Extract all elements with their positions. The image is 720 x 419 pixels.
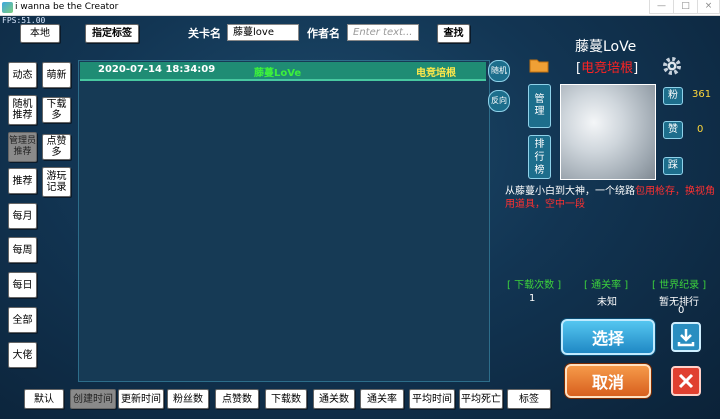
- ranking-button[interactable]: 排 行 榜: [528, 135, 551, 179]
- window-close-button[interactable]: ×: [697, 0, 720, 14]
- random-toggle[interactable]: 随机: [488, 60, 510, 82]
- world-record-label: [ 世界纪录 ]: [652, 280, 707, 291]
- profile-title: [电竞培根]: [576, 57, 638, 76]
- clear-rate-value: 未知: [597, 297, 617, 308]
- minimize-button[interactable]: —: [649, 0, 674, 14]
- sort-downloads[interactable]: 下载数: [265, 389, 307, 409]
- title-bracket-close: ]: [633, 61, 639, 76]
- menu-most-likes[interactable]: 点赞多: [42, 134, 71, 160]
- sort-created-time[interactable]: 创建时间: [70, 389, 116, 409]
- fans-button[interactable]: 粉: [663, 87, 683, 105]
- profile-name: 藤蔓LoVe: [575, 39, 637, 55]
- folder-icon[interactable]: [529, 57, 549, 73]
- author-input[interactable]: Enter text...: [347, 24, 419, 41]
- gear-icon[interactable]: [662, 56, 682, 76]
- level-list: [78, 60, 490, 382]
- sort-average-deaths[interactable]: 平均死亡: [459, 389, 503, 409]
- sort-default[interactable]: 默认: [24, 389, 64, 409]
- bio-text: 从藤蔓小白到大神，一个绕路: [505, 186, 635, 197]
- sort-updated-time[interactable]: 更新时间: [118, 389, 164, 409]
- sort-likes[interactable]: 点赞数: [215, 389, 259, 409]
- row-author: 藤蔓LoVe: [254, 68, 302, 79]
- menu-play-history[interactable]: 游玩 记录: [42, 167, 71, 197]
- close-icon[interactable]: [671, 366, 701, 396]
- menu-random-recommend[interactable]: 随机 推荐: [8, 95, 37, 125]
- select-button[interactable]: 选择: [561, 319, 655, 355]
- profile-bio: 从藤蔓小白到大神，一个绕路包用枪存，换视角用道具，空中一段: [505, 185, 715, 211]
- sort-average-time[interactable]: 平均时间: [409, 389, 455, 409]
- level-name-label: 关卡名: [188, 27, 221, 40]
- app-icon: [2, 2, 13, 13]
- menu-dynamic[interactable]: 动态: [8, 62, 37, 88]
- dislike-button[interactable]: 踩: [663, 157, 683, 175]
- level-name-input[interactable]: 藤蔓love: [227, 24, 299, 41]
- row-date: 2020-07-14 18:34:09: [98, 64, 216, 75]
- author-label: 作者名: [307, 27, 340, 40]
- menu-weekly[interactable]: 每周: [8, 237, 37, 263]
- menu-admin-recommend[interactable]: 管理员 推荐: [8, 132, 37, 162]
- menu-daily[interactable]: 每日: [8, 272, 37, 298]
- clear-rate-label: [ 通关率 ]: [584, 280, 629, 291]
- downloads-value: 1: [529, 293, 536, 304]
- reverse-toggle[interactable]: 反向: [488, 90, 510, 112]
- manage-button[interactable]: 管 理: [528, 84, 551, 128]
- downloads-label: [ 下载次数 ]: [507, 280, 562, 291]
- sort-fans[interactable]: 粉丝数: [167, 389, 209, 409]
- sort-clears[interactable]: 通关数: [313, 389, 355, 409]
- menu-newbie[interactable]: 萌新: [42, 62, 71, 88]
- row-tag: 电竞培根: [416, 68, 456, 79]
- window-titlebar: i wanna be the Creator — □ ×: [0, 0, 720, 16]
- title-text: 电竞培根: [581, 61, 634, 76]
- menu-masters[interactable]: 大佬: [8, 342, 37, 368]
- like-button[interactable]: 赞: [663, 121, 683, 139]
- avatar: [560, 84, 656, 180]
- search-button[interactable]: 查找: [437, 24, 470, 43]
- assigned-tags-button[interactable]: 指定标签: [85, 24, 139, 43]
- download-icon[interactable]: [671, 322, 701, 352]
- menu-recommend[interactable]: 推荐: [8, 168, 37, 194]
- menu-monthly[interactable]: 每月: [8, 203, 37, 229]
- sort-tags[interactable]: 标签: [507, 389, 551, 409]
- menu-most-downloads[interactable]: 下载多: [42, 97, 71, 123]
- maximize-button[interactable]: □: [673, 0, 698, 14]
- menu-all[interactable]: 全部: [8, 307, 37, 333]
- cancel-button[interactable]: 取消: [565, 364, 651, 398]
- fans-count: 361: [692, 89, 712, 100]
- window-title: i wanna be the Creator: [15, 2, 119, 12]
- level-list-row[interactable]: 2020-07-14 18:34:09 藤蔓LoVe 电竞培根: [80, 62, 486, 81]
- like-count: 0: [697, 124, 704, 135]
- sort-clear-rate[interactable]: 通关率: [360, 389, 404, 409]
- world-record-time: 0: [678, 305, 685, 316]
- local-button[interactable]: 本地: [20, 24, 60, 43]
